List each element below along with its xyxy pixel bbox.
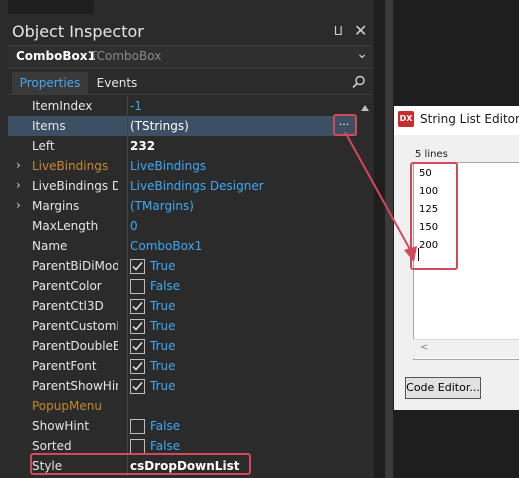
annotation-arrow: [344, 131, 417, 262]
